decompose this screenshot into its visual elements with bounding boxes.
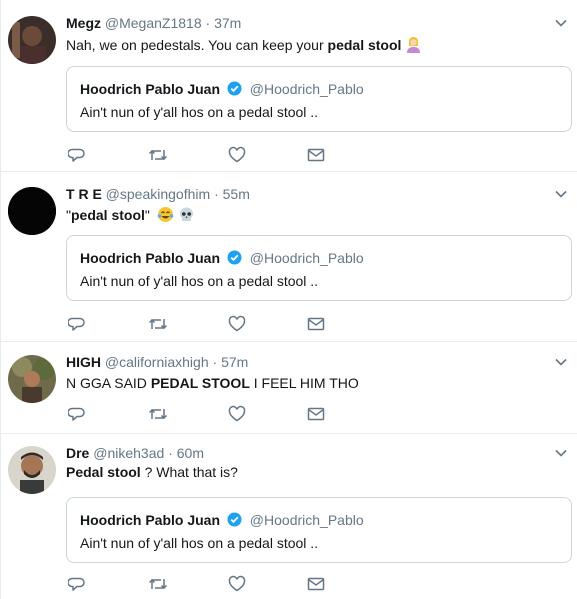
woman-tipping-hand-emoji-icon (407, 37, 421, 53)
reply-icon[interactable] (68, 146, 86, 164)
tweet-actions (66, 315, 346, 333)
tweet-header: HIGH @californiaxhigh · 57m (66, 353, 248, 371)
skull-emoji-icon (179, 207, 193, 221)
quoted-tweet-text: Ain't nun of y'all hos on a pedal stool … (80, 535, 319, 551)
tweet-text-part: Nah, we on pedestals. You can keep your (66, 37, 328, 53)
retweet-icon[interactable] (148, 146, 168, 164)
tweet[interactable]: T R E @speakingofhim · 55m "pedal stool"… (1, 172, 577, 342)
quoted-tweet-header: Hoodrich Pablo Juan @Hoodrich_Pablo (80, 511, 364, 529)
quoted-tweet-header: Hoodrich Pablo Juan @Hoodrich_Pablo (80, 80, 364, 98)
display-name[interactable]: T R E (66, 186, 102, 202)
direct-message-icon[interactable] (307, 575, 325, 593)
quoted-tweet-header: Hoodrich Pablo Juan @Hoodrich_Pablo (80, 249, 364, 267)
user-handle[interactable]: @nikeh3ad (93, 445, 164, 461)
tweet-actions (66, 405, 346, 423)
verified-badge-icon (227, 512, 242, 527)
quoted-user-handle: @Hoodrich_Pablo (249, 512, 364, 528)
tweet-actions (66, 575, 346, 593)
chevron-down-icon[interactable] (554, 446, 568, 460)
tweet[interactable]: HIGH @californiaxhigh · 57m N GGA SAID P… (1, 342, 577, 434)
tweet[interactable]: Dre @nikeh3ad · 60m Pedal stool ? What t… (1, 434, 577, 599)
tweet-text-part: N GGA SAID (66, 375, 151, 391)
tweet-text-highlight: PEDAL STOOL (150, 375, 250, 391)
retweet-icon[interactable] (148, 405, 168, 423)
quoted-display-name: Hoodrich Pablo Juan (80, 250, 221, 266)
timestamp[interactable]: 55m (223, 186, 250, 202)
tweet[interactable]: Megz @MeganZ1818 · 37m Nah, we on pedest… (1, 0, 577, 172)
tweet-text: "pedal stool" (66, 206, 195, 224)
tweet-actions (66, 146, 346, 164)
display-name[interactable]: Megz (66, 15, 101, 31)
tears-of-joy-emoji-icon (157, 207, 174, 222)
tweet-header: Megz @MeganZ1818 · 37m (66, 14, 241, 32)
avatar[interactable] (8, 187, 56, 235)
avatar[interactable] (8, 446, 56, 494)
tweet-text-part: ? What that is? (140, 464, 238, 480)
avatar-image (8, 355, 56, 403)
tweet-text-part: " (144, 207, 150, 223)
reply-icon[interactable] (68, 575, 86, 593)
timestamp[interactable]: 60m (177, 445, 204, 461)
like-icon[interactable] (228, 146, 246, 164)
tweet-text: Nah, we on pedestals. You can keep your … (66, 36, 422, 54)
retweet-icon[interactable] (148, 315, 168, 333)
like-icon[interactable] (228, 315, 246, 333)
tweet-text-highlight: pedal stool (327, 37, 402, 53)
display-name[interactable]: HIGH (66, 354, 101, 370)
user-handle[interactable]: @speakingofhim (106, 186, 211, 202)
tweet-text: N GGA SAID PEDAL STOOL I FEEL HIM THO (66, 374, 359, 392)
tweet-text-highlight: pedal stool (70, 207, 145, 223)
reply-icon[interactable] (68, 405, 86, 423)
verified-badge-icon (227, 81, 242, 96)
avatar[interactable] (8, 16, 56, 64)
quoted-tweet-text: Ain't nun of y'all hos on a pedal stool … (80, 104, 319, 120)
like-icon[interactable] (228, 405, 246, 423)
reply-icon[interactable] (68, 315, 86, 333)
user-handle[interactable]: @californiaxhigh (105, 354, 209, 370)
like-icon[interactable] (228, 575, 246, 593)
quoted-display-name: Hoodrich Pablo Juan (80, 512, 221, 528)
separator-dot: · (214, 186, 219, 202)
avatar-image (8, 446, 56, 494)
chevron-down-icon[interactable] (554, 187, 568, 201)
direct-message-icon[interactable] (307, 146, 325, 164)
tweet-header: T R E @speakingofhim · 55m (66, 185, 250, 203)
separator-dot: · (168, 445, 173, 461)
quoted-tweet-text: Ain't nun of y'all hos on a pedal stool … (80, 273, 319, 289)
quoted-display-name: Hoodrich Pablo Juan (80, 81, 221, 97)
avatar-image (8, 16, 56, 64)
user-handle[interactable]: @MeganZ1818 (105, 15, 202, 31)
tweet-feed: Megz @MeganZ1818 · 37m Nah, we on pedest… (0, 0, 577, 599)
tweet-text: Pedal stool ? What that is? (66, 463, 238, 481)
quoted-tweet[interactable]: Hoodrich Pablo Juan @Hoodrich_Pablo Ain'… (66, 66, 572, 132)
quoted-user-handle: @Hoodrich_Pablo (249, 250, 364, 266)
display-name[interactable]: Dre (66, 445, 89, 461)
timestamp[interactable]: 57m (221, 354, 248, 370)
tweet-header: Dre @nikeh3ad · 60m (66, 444, 204, 462)
quoted-tweet[interactable]: Hoodrich Pablo Juan @Hoodrich_Pablo Ain'… (66, 497, 572, 563)
chevron-down-icon[interactable] (554, 355, 568, 369)
separator-dot: · (212, 354, 218, 370)
direct-message-icon[interactable] (307, 405, 325, 423)
avatar[interactable] (8, 355, 56, 403)
direct-message-icon[interactable] (307, 315, 325, 333)
timestamp[interactable]: 37m (214, 15, 241, 31)
verified-badge-icon (227, 250, 242, 265)
retweet-icon[interactable] (148, 575, 168, 593)
chevron-down-icon[interactable] (554, 16, 568, 30)
quoted-user-handle: @Hoodrich_Pablo (249, 81, 364, 97)
quoted-tweet[interactable]: Hoodrich Pablo Juan @Hoodrich_Pablo Ain'… (66, 235, 572, 301)
tweet-text-part: I FEEL HIM THO (249, 375, 359, 391)
tweet-text-highlight: Pedal stool (66, 464, 141, 480)
separator-dot: · (205, 15, 211, 31)
avatar-image (8, 187, 56, 235)
